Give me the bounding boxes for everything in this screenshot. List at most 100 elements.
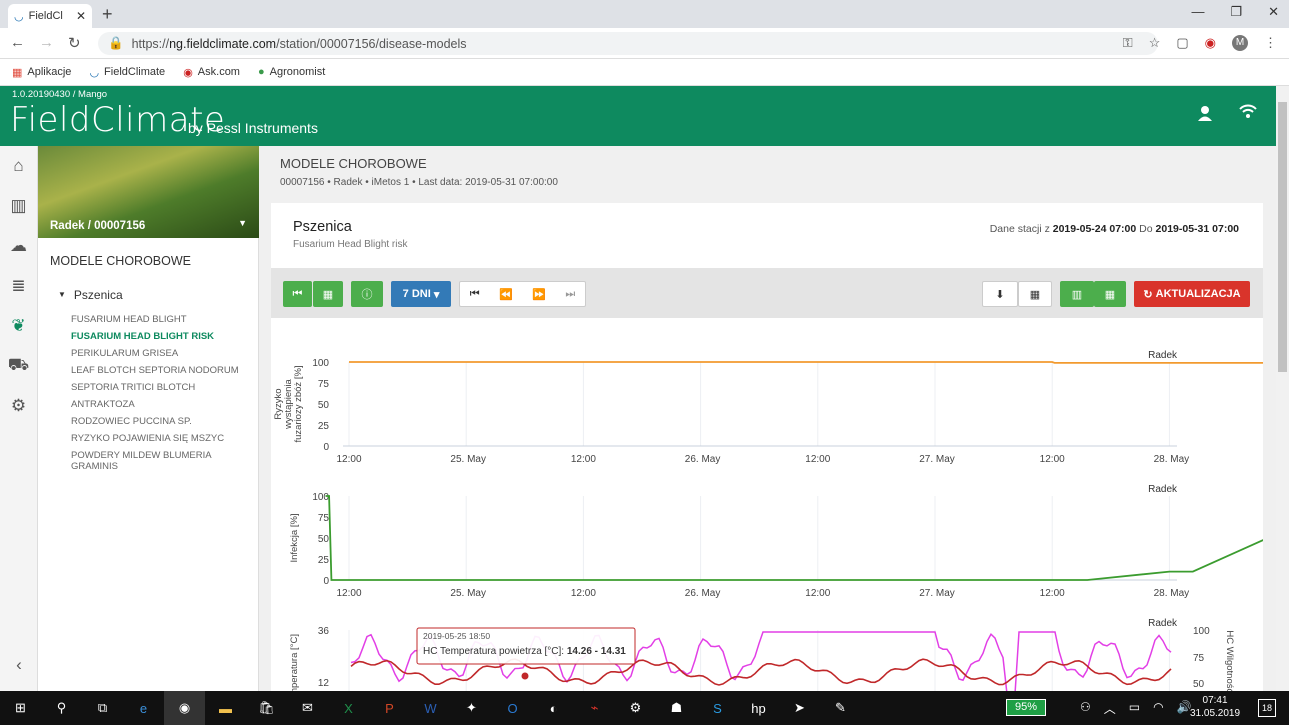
skype-icon[interactable]: S — [697, 691, 738, 725]
new-tab-icon[interactable]: + — [102, 4, 113, 25]
bookmark-aplikacje[interactable]: ▦ Aplikacje — [12, 66, 71, 79]
model-item[interactable]: LEAF BLOTCH SEPTORIA NODORUM — [71, 365, 258, 376]
model-item[interactable]: PERIKULARUM GRISEA — [71, 348, 258, 359]
network-icon[interactable]: ▭ — [1129, 700, 1140, 717]
app-icon[interactable]: ◐ — [533, 691, 574, 725]
outlook-icon[interactable]: O — [492, 691, 533, 725]
app-icon[interactable]: ✎ — [820, 691, 861, 725]
table-view-icon[interactable]: ▦ — [1094, 281, 1126, 307]
caret-down-icon[interactable]: ▼ — [238, 218, 247, 228]
y-tick-label: 75 — [318, 513, 330, 524]
scrollbar[interactable] — [1276, 86, 1289, 691]
taskbar: ⊞ ⚲ ⧉ e ◉ ▬ 🛍 ✉ X P W ✦ O ◐ ⌁ ⚙ ☗ S hp ➤… — [0, 691, 1289, 725]
home-icon[interactable]: ⌂ — [0, 146, 37, 186]
bookmark-label: FieldClimate — [104, 66, 166, 78]
model-item[interactable]: FUSARIUM HEAD BLIGHT — [71, 314, 258, 325]
minimize-icon[interactable]: — — [1191, 4, 1204, 20]
gear-icon[interactable]: ⚙ — [0, 386, 37, 426]
collapse-icon[interactable]: ‹ — [0, 645, 38, 685]
bookmark-askcom[interactable]: ◉ Ask.com — [183, 66, 240, 79]
tooltip-time: 2019-05-25 18:50 — [423, 631, 490, 641]
close-window-icon[interactable]: ✕ — [1268, 4, 1279, 20]
task-view-icon[interactable]: ⧉ — [82, 691, 123, 725]
app-icon[interactable]: ✦ — [451, 691, 492, 725]
app-icon[interactable]: ☗ — [656, 691, 697, 725]
chevron-up-icon[interactable]: ︿ — [1104, 700, 1116, 717]
refresh-label: AKTUALIZACJA — [1155, 288, 1241, 300]
battery-indicator[interactable]: 95% — [1006, 699, 1046, 716]
bookmark-fieldclimate[interactable]: ◡ FieldClimate — [89, 66, 165, 79]
mail-icon[interactable]: ✉ — [287, 691, 328, 725]
lock-icon: 🔒 — [108, 36, 124, 50]
wifi-icon[interactable]: ◠ — [1153, 700, 1163, 717]
charts-area: Radek 0 25 50 75 100 12:00 25. May 12:00 26. May 1… — [273, 350, 1263, 691]
windows-start-icon[interactable]: ⊞ — [0, 691, 41, 725]
pdf-icon[interactable]: ⌁ — [574, 691, 615, 725]
scrollbar-thumb[interactable] — [1278, 102, 1287, 372]
model-item[interactable]: POWDERY MILDEW BLUMERIA GRAMINIS — [71, 450, 258, 472]
people-icon[interactable]: ⚇ — [1080, 700, 1091, 717]
rewind-icon[interactable]: ⏪ — [499, 288, 513, 301]
model-item[interactable]: FUSARIUM HEAD BLIGHT RISK — [71, 331, 258, 342]
browser-tab[interactable]: ◡ FieldCl ✕ — [8, 4, 92, 28]
bookmark-agronomist[interactable]: ● Agronomist — [258, 66, 325, 78]
skip-forward-icon[interactable]: ⏭ — [565, 288, 575, 301]
download-icon[interactable]: ⬇ — [982, 281, 1018, 307]
extension-icon[interactable]: ◉ — [1205, 35, 1216, 51]
close-icon[interactable]: ✕ — [76, 9, 86, 23]
model-item[interactable]: ANTRAKTOZA — [71, 399, 258, 410]
model-item[interactable]: RYZYKO POJAWIENIA SIĘ MSZYC — [71, 433, 258, 444]
first-page-icon[interactable]: ⏮ — [283, 281, 312, 307]
y-tick-label: 0 — [323, 442, 329, 453]
x-tick-label: 12:00 — [336, 454, 361, 465]
chart-view-icon[interactable]: ▥ — [1060, 281, 1094, 307]
reload-icon[interactable]: ↻ — [68, 34, 81, 52]
extension-icon[interactable]: ▢ — [1176, 35, 1188, 51]
store-icon[interactable]: 🛍 — [246, 691, 287, 725]
folder-icon[interactable]: ▬ — [205, 691, 246, 725]
weather-icon[interactable]: ☁ — [0, 226, 37, 266]
fast-forward-icon[interactable]: ⏩ — [532, 288, 546, 301]
chrome-icon[interactable]: ◉ — [164, 691, 205, 725]
url-domain: ng.fieldclimate.com — [169, 36, 277, 51]
settings-icon[interactable]: ⚙ — [615, 691, 656, 725]
key-icon[interactable]: ⚿ — [1123, 35, 1133, 51]
model-item[interactable]: RODZOWIEC PUCCINA SP. — [71, 416, 258, 427]
maximize-icon[interactable]: ❐ — [1230, 4, 1242, 20]
table-icon[interactable]: ▦ — [1018, 281, 1052, 307]
notification-icon[interactable]: 18 — [1258, 699, 1276, 717]
search-icon[interactable]: ⚲ — [41, 691, 82, 725]
period-dropdown[interactable]: 7 DNI ▾ — [391, 281, 451, 307]
chart-icon[interactable]: ▥ — [0, 186, 37, 226]
clock[interactable]: 07:41 31.05.2019 — [1190, 694, 1240, 720]
icon-nav: ⌂ ▥ ☁ ≣ ❦ ⛟ ⚙ ‹ — [0, 146, 38, 691]
y-axis-label: Ryzykowystąpieniafuzariozy zbóż [%] — [273, 365, 304, 442]
skip-back-icon[interactable]: ⏮ — [470, 288, 480, 301]
edge-icon[interactable]: e — [123, 691, 164, 725]
menu-icon[interactable]: ⋮ — [1264, 35, 1277, 51]
info-icon[interactable]: ⓘ — [351, 281, 383, 307]
url-field[interactable]: 🔒 https://ng.fieldclimate.com/station/00… — [98, 32, 1158, 55]
refresh-button[interactable]: ↻ AKTUALIZACJA — [1134, 281, 1250, 307]
station-image[interactable]: Radek / 00007156 ▼ — [38, 146, 259, 238]
forward-icon[interactable]: → — [39, 34, 54, 52]
app-icon[interactable]: ➤ — [779, 691, 820, 725]
x-tick-label: 12:00 — [1040, 588, 1065, 599]
avatar[interactable]: M — [1232, 35, 1248, 51]
sidebar-crop[interactable]: ▼ Pszenica — [58, 288, 258, 302]
word-icon[interactable]: W — [410, 691, 451, 725]
user-icon[interactable] — [1196, 104, 1214, 122]
app-header: 1.0.20190430 / Mango FieldClimate by Pes… — [0, 86, 1276, 146]
sensor-icon[interactable]: ≣ — [0, 266, 37, 306]
leaf-icon[interactable]: ❦ — [0, 306, 37, 346]
signal-icon[interactable] — [1238, 104, 1258, 122]
back-icon[interactable]: ← — [10, 34, 25, 52]
star-icon[interactable]: ☆ — [1149, 35, 1161, 51]
machinery-icon[interactable]: ⛟ — [0, 346, 37, 386]
excel-icon[interactable]: X — [328, 691, 369, 725]
powerpoint-icon[interactable]: P — [369, 691, 410, 725]
tab-title: FieldCl — [28, 10, 63, 22]
calendar-icon[interactable]: ▦ — [313, 281, 343, 307]
hp-icon[interactable]: hp — [738, 691, 779, 725]
model-item[interactable]: SEPTORIA TRITICI BLOTCH — [71, 382, 258, 393]
